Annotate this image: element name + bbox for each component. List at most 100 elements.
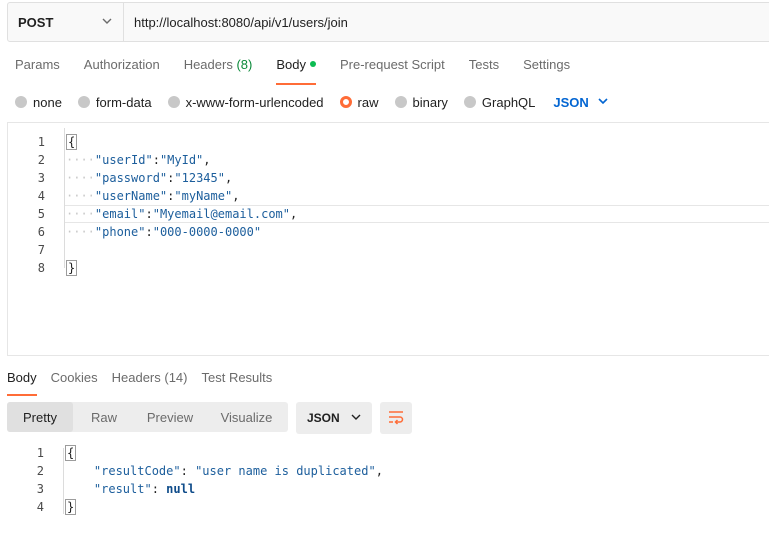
radio-label: form-data: [95, 94, 152, 110]
chevron-down-icon: [101, 15, 113, 30]
code-line: 3 ····"password":"12345",: [8, 169, 769, 187]
code-line: 8 }: [8, 259, 769, 277]
code-line: 1 {: [7, 444, 769, 462]
tab-label: Headers: [183, 57, 233, 72]
radio-form-data[interactable]: form-data: [77, 94, 152, 110]
radio-label: none: [33, 94, 62, 110]
tab-body[interactable]: Body: [276, 57, 316, 85]
response-tab-cookies[interactable]: Cookies: [51, 370, 98, 390]
request-body-editor[interactable]: 1 { 2 ····"userId":"MyId", 3 ····"passwo…: [7, 122, 769, 356]
body-type-options: none form-data x-www-form-urlencoded raw…: [15, 93, 609, 111]
code-line: 5 ····"email":"Myemail@email.com",: [8, 205, 769, 223]
chevron-down-icon: [589, 95, 609, 110]
view-raw-button[interactable]: Raw: [73, 402, 135, 432]
response-tab-body[interactable]: Body: [7, 370, 37, 396]
radio-label: x-www-form-urlencoded: [185, 94, 324, 110]
json-key: "email": [94, 207, 146, 221]
comma: ,: [375, 464, 383, 478]
line-number: 3: [36, 482, 44, 496]
close-brace: }: [66, 260, 78, 276]
radio-label: GraphQL: [481, 94, 536, 110]
json-value: "myName": [174, 189, 233, 203]
line-number: 7: [37, 243, 45, 257]
json-value: "12345": [174, 171, 225, 185]
view-mode-segment: Pretty Raw Preview Visualize: [7, 402, 288, 432]
tab-authorization[interactable]: Authorization: [84, 57, 160, 79]
tab-pre-request-script[interactable]: Pre-request Script: [340, 57, 445, 79]
line-number: 2: [37, 153, 45, 167]
response-tab-test-results[interactable]: Test Results: [201, 370, 272, 390]
radio-icon: [167, 96, 180, 108]
headers-count: (8): [236, 57, 253, 72]
response-format-label: JSON: [307, 411, 340, 425]
tab-label: Tests: [468, 57, 500, 72]
line-number: 4: [36, 500, 44, 514]
open-brace: {: [66, 134, 78, 150]
response-format-select[interactable]: JSON: [296, 402, 372, 434]
line-number: 1: [37, 135, 45, 149]
radio-x-www-form-urlencoded[interactable]: x-www-form-urlencoded: [167, 94, 324, 110]
tab-tests[interactable]: Tests: [469, 57, 499, 79]
comma: ,: [290, 207, 298, 221]
code-line: 2 "resultCode": "user name is duplicated…: [7, 462, 769, 480]
wrap-lines-icon: [387, 409, 405, 428]
tab-label: Body: [276, 57, 306, 72]
method-select[interactable]: POST: [8, 3, 124, 41]
json-value: "000-0000-0000": [152, 225, 262, 239]
comma: ,: [203, 153, 211, 167]
line-number: 1: [36, 446, 44, 460]
json-value: null: [166, 482, 196, 496]
line-number: 8: [37, 261, 45, 275]
tab-settings[interactable]: Settings: [523, 57, 570, 79]
radio-icon: [394, 96, 407, 108]
url-bar: POST http://localhost:8080/api/v1/users/…: [7, 2, 769, 42]
tab-label: Pre-request Script: [339, 57, 445, 72]
url-input[interactable]: http://localhost:8080/api/v1/users/join: [124, 15, 348, 30]
radio-selected-icon: [339, 96, 352, 108]
code-line: 2 ····"userId":"MyId",: [8, 151, 769, 169]
close-brace: }: [65, 499, 77, 515]
open-brace: {: [65, 445, 77, 461]
radio-icon: [463, 96, 476, 108]
method-label: POST: [18, 14, 54, 30]
json-value: "MyId": [159, 153, 204, 167]
request-tabs: Params Authorization Headers (8) Body Pr…: [15, 57, 594, 85]
view-visualize-button[interactable]: Visualize: [205, 402, 288, 432]
radio-raw[interactable]: raw: [339, 94, 379, 110]
tab-label: Params: [15, 57, 60, 72]
view-preview-button[interactable]: Preview: [135, 402, 205, 432]
view-pretty-button[interactable]: Pretty: [7, 402, 73, 432]
json-key: "userName": [94, 189, 168, 203]
line-number: 3: [37, 171, 45, 185]
comma: ,: [224, 171, 233, 185]
radio-label: raw: [357, 94, 379, 110]
radio-label: binary: [412, 94, 448, 110]
tab-label: Authorization: [83, 57, 160, 72]
json-value: "user name is duplicated": [195, 464, 376, 478]
code-line: 4 ····"userName":"myName",: [8, 187, 769, 205]
chevron-down-icon: [340, 411, 362, 426]
wrap-lines-button[interactable]: [380, 402, 412, 434]
json-key: "phone": [94, 225, 146, 239]
code-line: 3 "result": null: [7, 480, 769, 498]
json-key: "result": [93, 482, 152, 496]
radio-graphql[interactable]: GraphQL: [463, 94, 536, 110]
comma: ,: [232, 189, 240, 203]
line-number: 4: [37, 189, 45, 203]
line-number: 6: [37, 225, 45, 239]
code-line: 6 ····"phone":"000-0000-0000": [8, 223, 769, 241]
tab-params[interactable]: Params: [15, 57, 60, 79]
radio-icon: [15, 96, 27, 108]
body-language-select[interactable]: JSON: [553, 95, 608, 110]
response-tabs: Body Cookies Headers (14) Test Results: [7, 370, 286, 396]
response-tab-headers[interactable]: Headers (14): [112, 370, 188, 390]
line-number: 2: [36, 464, 44, 478]
json-value: "Myemail@email.com": [152, 207, 290, 221]
radio-none[interactable]: none: [15, 95, 62, 110]
tab-headers[interactable]: Headers (8): [184, 57, 253, 79]
radio-icon: [77, 96, 90, 108]
json-key: "userId": [94, 153, 153, 167]
tab-label: Settings: [523, 57, 571, 72]
radio-binary[interactable]: binary: [394, 94, 448, 110]
code-line: 1 {: [8, 133, 769, 151]
